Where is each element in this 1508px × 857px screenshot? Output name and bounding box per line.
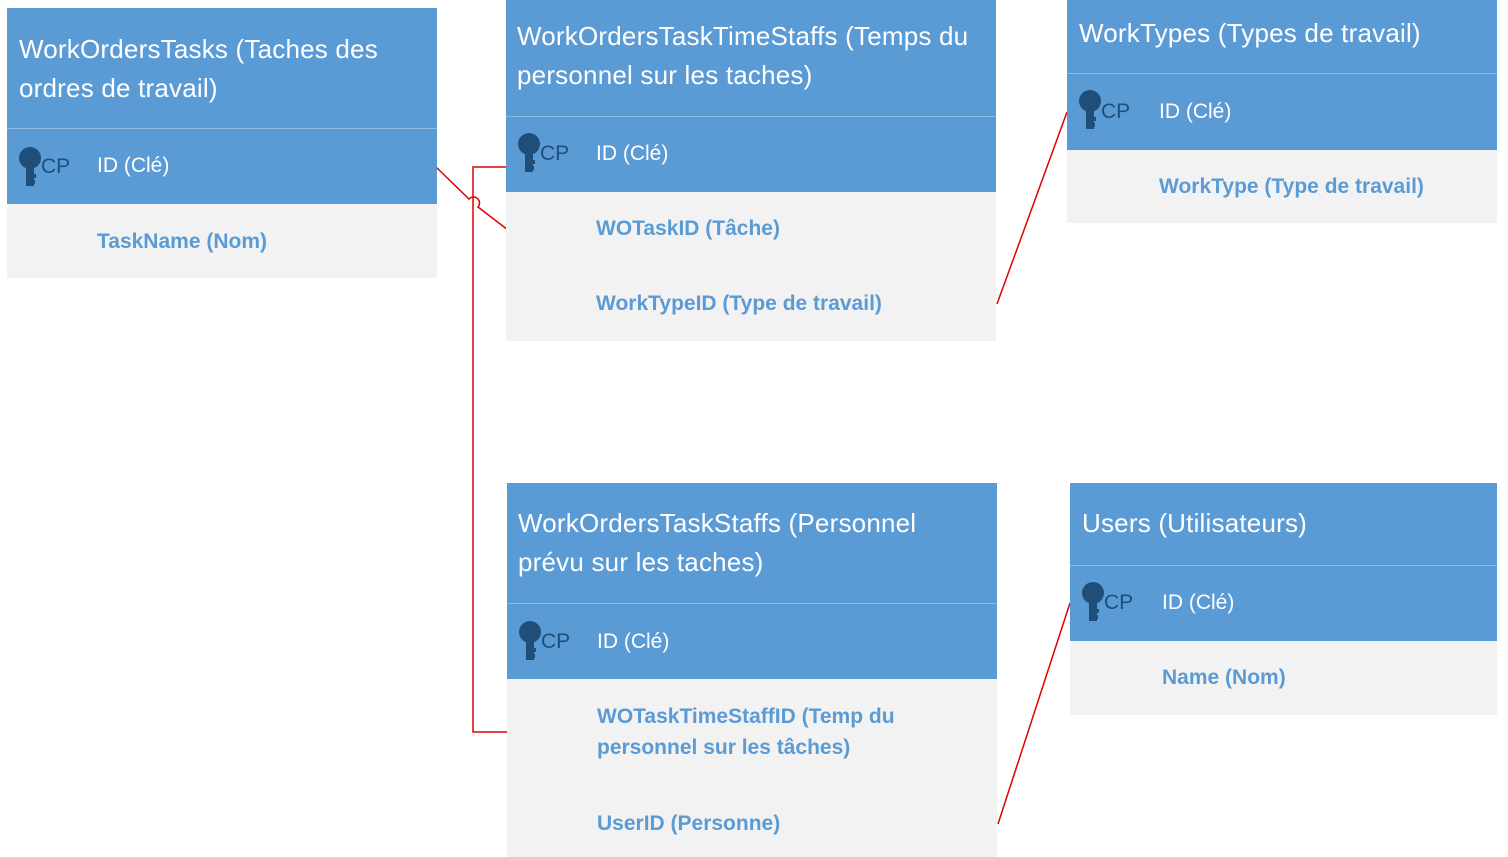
field-label: Name (Nom) [1162, 666, 1286, 689]
pk-field-label: ID (Clé) [1159, 100, 1232, 123]
field-label: WOTaskID (Tâche) [596, 217, 780, 240]
entity-title: WorkOrdersTaskStaffs (Personnel prévu su… [518, 508, 917, 577]
primary-key-row: CP ID (Clé) [506, 116, 996, 192]
key-icon [19, 147, 41, 186]
entity-title: WorkTypes (Types de travail) [1079, 18, 1421, 48]
link-taskstaff-to-users [997, 602, 1071, 825]
field-label: UserID (Personne) [597, 812, 781, 835]
entity-header: WorkTypes (Types de travail) [1067, 0, 1497, 73]
entity-work-orders-tasks: WorkOrdersTasks (Taches des ordres de tr… [7, 8, 437, 278]
pk-field-label: ID (Clé) [97, 154, 170, 177]
primary-key-row: CP ID (Clé) [507, 603, 997, 679]
field-label: WorkTypeID (Type de travail) [596, 292, 882, 315]
field-label: TaskName (Nom) [97, 230, 267, 253]
pk-tag: CP [1101, 100, 1131, 123]
link-timestaff-to-taskstaff [472, 166, 507, 733]
key-icon [518, 133, 540, 172]
entity-title: WorkOrdersTaskTimeStaffs (Temps du perso… [517, 21, 969, 90]
entity-title: WorkOrdersTasks (Taches des ordres de tr… [19, 34, 378, 103]
key-icon [1079, 90, 1101, 129]
entity-fields: Name (Nom) [1070, 641, 1497, 715]
entity-header: WorkOrdersTaskTimeStaffs (Temps du perso… [506, 0, 996, 116]
key-icon [519, 621, 541, 660]
entity-users: Users (Utilisateurs) CP ID (Clé) Name (N… [1070, 483, 1497, 715]
primary-key-row: CP ID (Clé) [7, 128, 437, 204]
entity-work-orders-task-staffs: WorkOrdersTaskStaffs (Personnel prévu su… [507, 483, 997, 857]
entity-fields: TaskName (Nom) [7, 204, 437, 278]
key-icon [1082, 582, 1104, 621]
pk-field-label: ID (Clé) [596, 142, 669, 165]
entity-header: WorkOrdersTasks (Taches des ordres de tr… [7, 8, 437, 128]
entity-work-orders-task-time-staffs: WorkOrdersTaskTimeStaffs (Temps du perso… [506, 0, 996, 341]
pk-field-label: ID (Clé) [597, 630, 670, 653]
entity-work-types: WorkTypes (Types de travail) CP ID (Clé)… [1067, 0, 1497, 223]
entity-fields: WorkType (Type de travail) [1067, 150, 1497, 223]
field-label: WorkType (Type de travail) [1159, 175, 1424, 198]
pk-tag: CP [1104, 591, 1134, 614]
link-timestaff-to-worktypes [996, 111, 1068, 305]
entity-title: Users (Utilisateurs) [1082, 508, 1308, 538]
primary-key-row: CP ID (Clé) [1070, 565, 1497, 641]
pk-tag: CP [540, 142, 570, 165]
pk-field-label: ID (Clé) [1162, 591, 1235, 614]
pk-tag: CP [541, 630, 571, 653]
primary-key-row: CP ID (Clé) [1067, 73, 1497, 150]
entity-fields: WOTaskTimeStaffID (Temp du personnel sur… [507, 679, 997, 857]
entity-header: Users (Utilisateurs) [1070, 483, 1497, 565]
pk-tag: CP [41, 155, 71, 178]
entity-header: WorkOrdersTaskStaffs (Personnel prévu su… [507, 483, 997, 603]
entity-fields: WOTaskID (Tâche) WorkTypeID (Type de tra… [506, 192, 996, 341]
link-task-to-timestaff [435, 166, 509, 231]
field-label: WOTaskTimeStaffID (Temp du personnel sur… [597, 705, 895, 759]
